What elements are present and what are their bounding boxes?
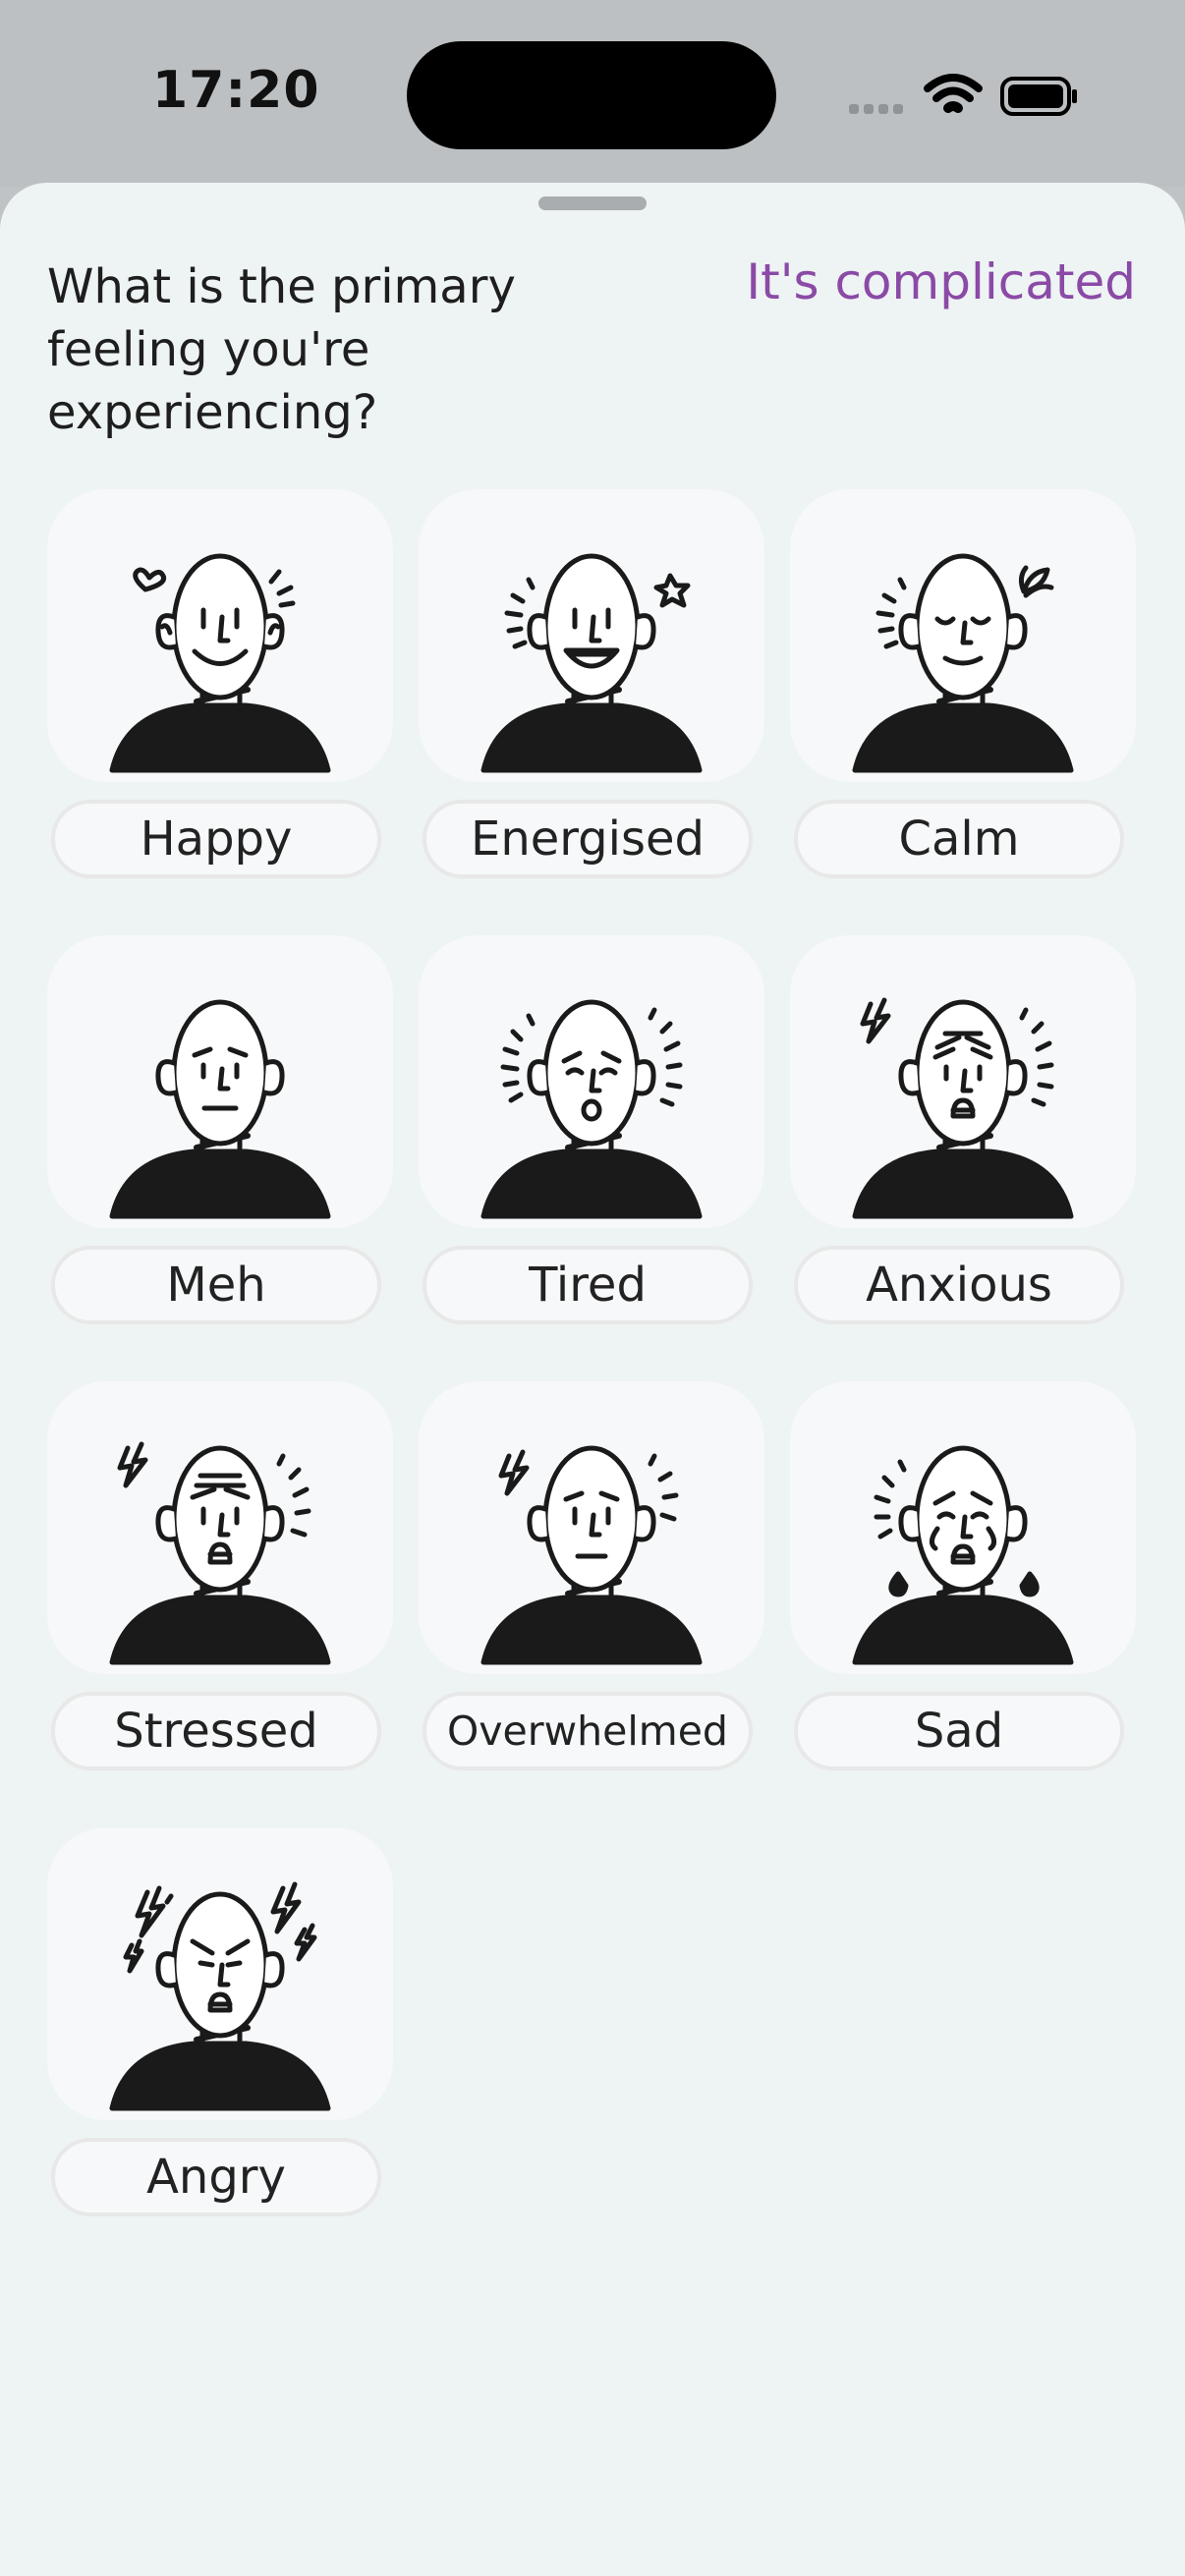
anxious-face-icon bbox=[852, 997, 1074, 1219]
its-complicated-button[interactable]: It's complicated bbox=[746, 253, 1136, 310]
tired-face-icon bbox=[480, 999, 703, 1219]
mood-label: Energised bbox=[423, 800, 753, 878]
energised-face-icon bbox=[480, 553, 703, 773]
page-title: What is the primary feeling you're exper… bbox=[47, 259, 516, 440]
mood-label: Happy bbox=[51, 800, 381, 878]
angry-face-icon bbox=[109, 1881, 331, 2111]
overwhelmed-face-icon bbox=[480, 1445, 703, 1665]
mood-label: Angry bbox=[51, 2138, 381, 2216]
mood-option-energised[interactable]: Energised bbox=[419, 489, 764, 878]
happy-face-icon bbox=[109, 553, 331, 773]
mood-card[interactable] bbox=[419, 935, 764, 1228]
mood-option-tired[interactable]: Tired bbox=[419, 935, 764, 1324]
sheet-grabber[interactable] bbox=[538, 196, 647, 210]
battery-icon bbox=[1000, 77, 1077, 116]
mood-card[interactable] bbox=[47, 489, 393, 782]
mood-option-anxious[interactable]: Anxious bbox=[790, 935, 1136, 1324]
mood-label: Stressed bbox=[51, 1692, 381, 1770]
mood-card[interactable] bbox=[47, 935, 393, 1228]
calm-face-icon bbox=[852, 553, 1074, 773]
mood-option-overwhelmed[interactable]: Overwhelmed bbox=[419, 1381, 764, 1770]
mood-card[interactable] bbox=[47, 1827, 393, 2120]
mood-card[interactable] bbox=[790, 489, 1136, 782]
mood-label: Sad bbox=[794, 1692, 1124, 1770]
mood-label: Calm bbox=[794, 800, 1124, 878]
sad-face-icon bbox=[852, 1445, 1074, 1665]
mood-option-stressed[interactable]: Stressed bbox=[47, 1381, 393, 1770]
mood-card[interactable] bbox=[47, 1381, 393, 1674]
mood-label: Overwhelmed bbox=[423, 1692, 753, 1770]
mood-label: Anxious bbox=[794, 1246, 1124, 1324]
mood-card[interactable] bbox=[790, 1381, 1136, 1674]
status-time: 17:20 bbox=[152, 61, 320, 120]
cellular-signal-icon bbox=[849, 104, 903, 114]
mood-card[interactable] bbox=[419, 1381, 764, 1674]
meh-face-icon bbox=[109, 999, 331, 1219]
mood-label: Tired bbox=[423, 1246, 753, 1324]
dynamic-island bbox=[407, 41, 776, 149]
mood-option-sad[interactable]: Sad bbox=[790, 1381, 1136, 1770]
status-icons bbox=[847, 69, 1083, 124]
mood-option-meh[interactable]: Meh bbox=[47, 935, 393, 1324]
wifi-icon bbox=[924, 74, 983, 113]
mood-option-happy[interactable]: Happy bbox=[47, 489, 393, 878]
status-bar: 17:20 bbox=[0, 0, 1185, 187]
mood-label: Meh bbox=[51, 1246, 381, 1324]
mood-card[interactable] bbox=[419, 489, 764, 782]
mood-option-angry[interactable]: Angry bbox=[47, 1827, 393, 2216]
mood-card[interactable] bbox=[790, 935, 1136, 1228]
mood-picker-sheet: What is the primary feeling you're exper… bbox=[0, 183, 1185, 2576]
mood-option-calm[interactable]: Calm bbox=[790, 489, 1136, 878]
stressed-face-icon bbox=[109, 1441, 331, 1665]
